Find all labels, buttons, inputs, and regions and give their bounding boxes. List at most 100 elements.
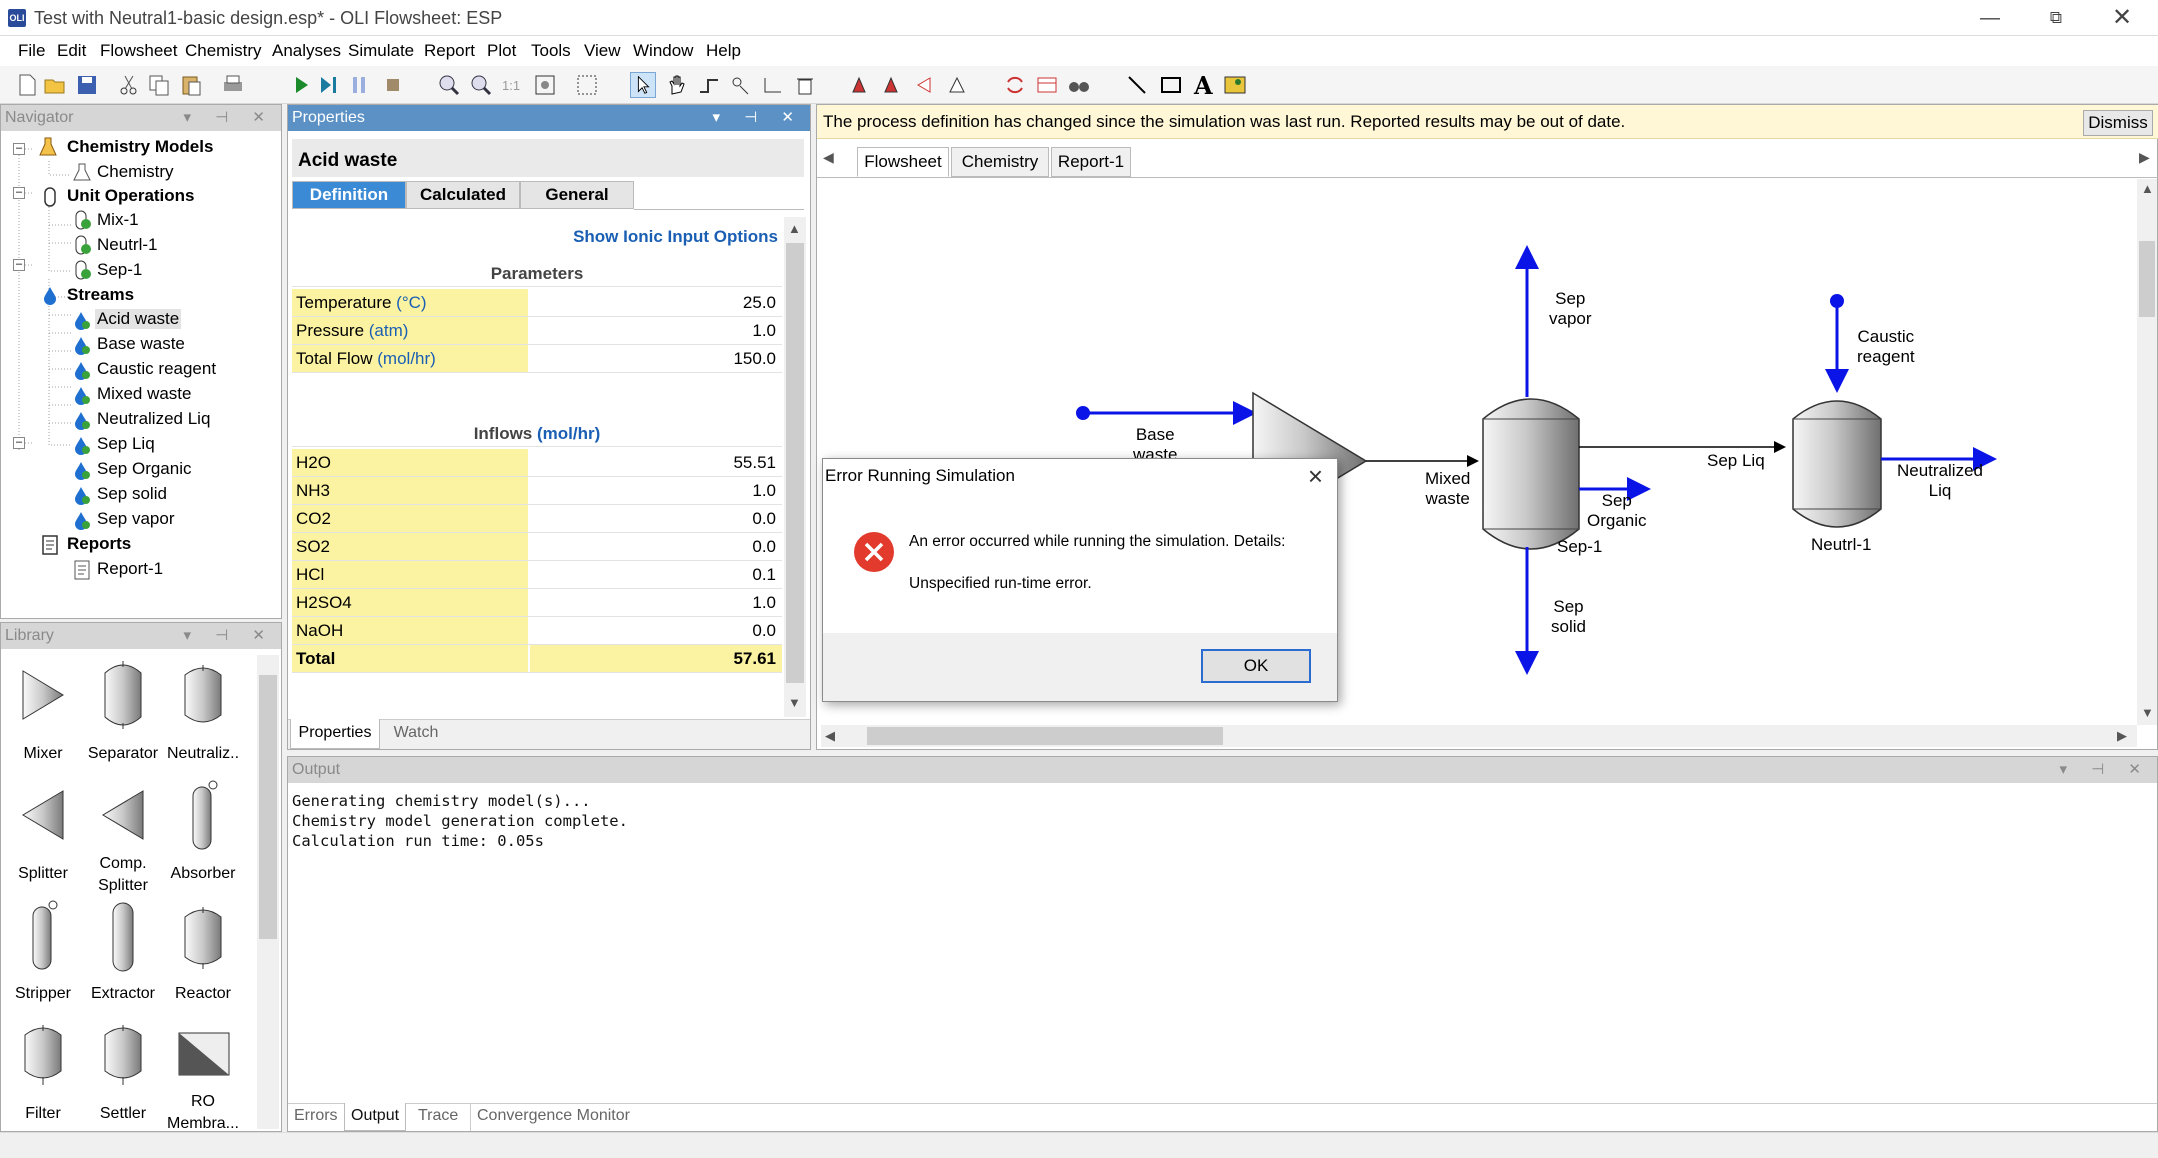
text-tool-icon[interactable]: A	[1190, 72, 1216, 98]
panel-controls[interactable]: ▾ ⊣ ✕	[184, 623, 276, 649]
canvas-hscroll-thumb[interactable]	[867, 727, 1223, 745]
minimize-button[interactable]: —	[1960, 0, 2020, 36]
canvas-vscroll-thumb[interactable]	[2139, 241, 2155, 317]
tree-item-sep-liq[interactable]: Sep Liq	[97, 434, 155, 454]
separator-sep-1[interactable]	[1482, 398, 1580, 550]
comp-splitter-icon[interactable]	[101, 785, 145, 845]
menu-tools[interactable]: Tools	[531, 41, 571, 61]
cut-icon[interactable]	[116, 72, 142, 98]
inflow-value[interactable]: 1.0	[530, 477, 782, 504]
settler-icon[interactable]	[101, 1023, 145, 1087]
tab-output[interactable]: Output	[344, 1103, 407, 1131]
absorber-icon[interactable]	[185, 779, 221, 855]
menu-help[interactable]: Help	[706, 41, 741, 61]
restore-button[interactable]: ⧉	[2026, 0, 2086, 36]
menu-file[interactable]: File	[18, 41, 45, 61]
scroll-right-icon[interactable]: ▶	[2117, 728, 2127, 744]
stream-base-waste[interactable]	[1076, 401, 1257, 425]
open-folder-icon[interactable]	[42, 72, 68, 98]
menu-edit[interactable]: Edit	[57, 41, 86, 61]
inflow-value[interactable]: 55.51	[530, 449, 782, 476]
tab-general[interactable]: General	[520, 181, 634, 209]
step-icon[interactable]	[316, 72, 342, 98]
inflow-value[interactable]: 0.0	[530, 533, 782, 560]
tab-trace[interactable]: Trace	[412, 1103, 464, 1131]
tab-chemistry[interactable]: Chemistry	[951, 147, 1049, 177]
mixer-icon[interactable]	[21, 665, 65, 725]
param-value[interactable]: 150.0	[530, 345, 782, 372]
pause-icon[interactable]	[346, 72, 372, 98]
tree-item-neutralized-liq[interactable]: Neutralized Liq	[97, 409, 210, 429]
tab-scroll-right-icon[interactable]: ▶	[2139, 149, 2150, 166]
param-value[interactable]: 1.0	[530, 317, 782, 344]
stripper-icon[interactable]	[25, 899, 61, 975]
tab-convergence-monitor[interactable]: Convergence Monitor	[470, 1103, 636, 1131]
collapse-toggle[interactable]: –	[13, 187, 25, 199]
refresh-icon[interactable]	[1002, 72, 1028, 98]
extractor-icon[interactable]	[105, 899, 141, 975]
splitter-icon[interactable]	[21, 785, 65, 845]
dialog-close-icon[interactable]: ×	[1308, 461, 1323, 492]
collapse-toggle[interactable]: –	[13, 259, 25, 271]
tree-group-unit-operations[interactable]: Unit Operations	[67, 186, 195, 206]
draw-rectangle-icon[interactable]	[1158, 72, 1184, 98]
inflow-value[interactable]: 1.0	[530, 589, 782, 616]
paste-icon[interactable]	[178, 72, 204, 98]
tree-item-report-1[interactable]: Report-1	[97, 559, 163, 579]
menu-window[interactable]: Window	[633, 41, 693, 61]
insert-image-icon[interactable]	[1222, 72, 1248, 98]
flip-vertical-icon[interactable]	[944, 72, 970, 98]
pan-hand-icon[interactable]	[664, 72, 690, 98]
scroll-left-icon[interactable]: ◀	[825, 728, 835, 744]
tab-watch[interactable]: Watch	[386, 719, 446, 749]
tab-definition[interactable]: Definition	[292, 181, 406, 209]
collapse-toggle[interactable]: –	[13, 437, 25, 449]
menu-report[interactable]: Report	[424, 41, 475, 61]
tree-group-chemistry-models[interactable]: Chemistry Models	[67, 137, 213, 157]
align-right-icon[interactable]	[880, 72, 906, 98]
flip-horizontal-icon[interactable]	[912, 72, 938, 98]
tree-group-streams[interactable]: Streams	[67, 285, 134, 305]
menu-simulate[interactable]: Simulate	[348, 41, 414, 61]
tree-item-mix-1[interactable]: Mix-1	[97, 210, 139, 230]
draw-line-icon[interactable]	[1124, 72, 1150, 98]
data-table-icon[interactable]	[1034, 72, 1060, 98]
panel-controls[interactable]: ▾ ⊣ ✕	[2060, 757, 2152, 783]
tab-report-1[interactable]: Report-1	[1051, 147, 1131, 177]
tree-item-base-waste[interactable]: Base waste	[97, 334, 185, 354]
save-icon[interactable]	[74, 72, 100, 98]
close-button[interactable]: ✕	[2092, 0, 2152, 36]
tab-flowsheet[interactable]: Flowsheet	[857, 147, 949, 177]
scroll-down-icon[interactable]: ▼	[788, 695, 801, 710]
menu-analyses[interactable]: Analyses	[272, 41, 341, 61]
select-pointer-icon[interactable]	[630, 72, 656, 98]
actual-size-icon[interactable]: 1:1	[500, 72, 526, 98]
scroll-down-icon[interactable]: ▼	[2141, 705, 2154, 720]
inflow-value[interactable]: 0.0	[530, 505, 782, 532]
collapse-toggle[interactable]: –	[13, 143, 25, 155]
add-node-icon[interactable]	[728, 72, 754, 98]
ro-membrane-icon[interactable]	[177, 1031, 231, 1077]
separator-icon[interactable]	[101, 659, 145, 731]
scroll-up-icon[interactable]: ▲	[2141, 181, 2154, 196]
tree-item-mixed-waste[interactable]: Mixed waste	[97, 384, 191, 404]
inflow-value[interactable]: 0.1	[530, 561, 782, 588]
tree-group-reports[interactable]: Reports	[67, 534, 131, 554]
dismiss-button[interactable]: Dismiss	[2083, 110, 2153, 136]
reactor-icon[interactable]	[181, 905, 225, 969]
ok-button[interactable]: OK	[1201, 649, 1311, 683]
menu-view[interactable]: View	[584, 41, 621, 61]
tree-item-sep-1[interactable]: Sep-1	[97, 260, 142, 280]
tree-item-sep-organic[interactable]: Sep Organic	[97, 459, 192, 479]
param-value[interactable]: 25.0	[530, 289, 782, 316]
filter-icon[interactable]	[21, 1023, 65, 1087]
tree-item-sep-vapor[interactable]: Sep vapor	[97, 509, 175, 529]
zoom-fit-icon[interactable]	[532, 72, 558, 98]
new-file-icon[interactable]	[14, 72, 40, 98]
neutralizer-icon[interactable]	[181, 663, 225, 727]
run-icon[interactable]	[288, 72, 314, 98]
print-icon[interactable]	[220, 72, 246, 98]
tab-scroll-left-icon[interactable]: ◀	[823, 149, 834, 166]
menu-plot[interactable]: Plot	[487, 41, 516, 61]
tab-errors[interactable]: Errors	[288, 1103, 344, 1131]
